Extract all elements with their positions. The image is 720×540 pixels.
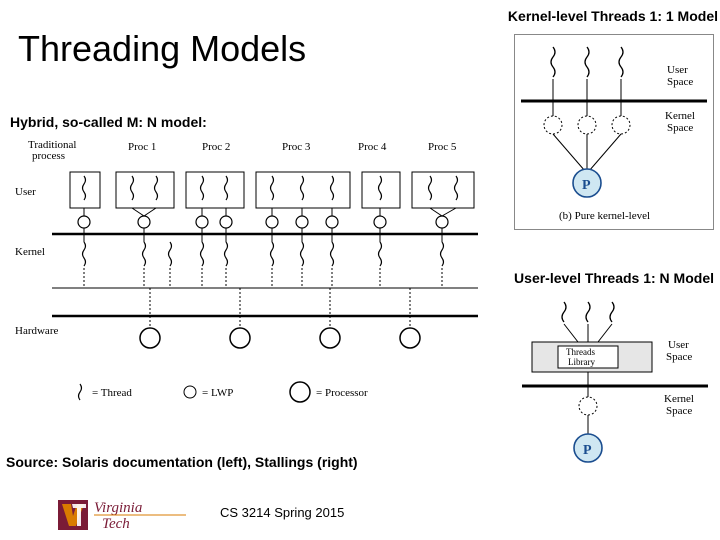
kl-p-label: P (582, 178, 591, 193)
mn-row-hardware: Hardware (15, 325, 58, 337)
mn-proc-2: Proc 2 (202, 141, 230, 153)
ul-threads-lib-1: Threads (566, 347, 595, 357)
mn-label-process: process (32, 150, 65, 162)
mn-row-kernel: Kernel (15, 246, 45, 258)
ul-user-space-1: User (668, 339, 689, 351)
mn-legend-proc: = Processor (316, 387, 368, 399)
source-note: Source: Solaris documentation (left), St… (6, 454, 358, 470)
ul-kernel-space-1: Kernel (664, 393, 694, 405)
ul-user-space-2: Space (666, 351, 692, 363)
ul-threads-lib-2: Library (568, 357, 595, 367)
mn-legend-lwp: = LWP (202, 387, 233, 399)
footer-course: CS 3214 Spring 2015 (220, 505, 344, 520)
user-level-diagram: Threads Library User Space Kernel Space … (516, 296, 714, 476)
kl-user-space-2: Space (667, 76, 693, 88)
mn-diagram: Traditional process Proc 1 Proc 2 Proc 3… (10, 138, 486, 408)
vt-name-2: Tech (102, 516, 130, 532)
kl-caption: (b) Pure kernel-level (559, 210, 650, 222)
user-level-header: User-level Threads 1: N Model (514, 270, 714, 286)
ul-p-label: P (583, 443, 592, 458)
vt-name-1: Virginia (94, 500, 142, 516)
kernel-level-diagram: User Space Kernel Space P (b) Pure kerne… (514, 34, 714, 230)
mn-row-user: User (15, 186, 36, 198)
kl-user-space-1: User (667, 64, 688, 76)
subtitle: Hybrid, so-called M: N model: (10, 114, 207, 130)
mn-proc-5: Proc 5 (428, 141, 457, 153)
ul-kernel-space-2: Space (666, 405, 692, 417)
vt-logo: Virginia Tech (58, 494, 188, 534)
kl-kernel-space-2: Space (667, 122, 693, 134)
page-title: Threading Models (18, 28, 306, 70)
mn-proc-1: Proc 1 (128, 141, 156, 153)
mn-legend-thread: = Thread (92, 387, 132, 399)
mn-proc-3: Proc 3 (282, 141, 311, 153)
kernel-header: Kernel-level Threads 1: 1 Model (508, 8, 718, 24)
kl-kernel-space-1: Kernel (665, 110, 695, 122)
mn-proc-4: Proc 4 (358, 141, 387, 153)
